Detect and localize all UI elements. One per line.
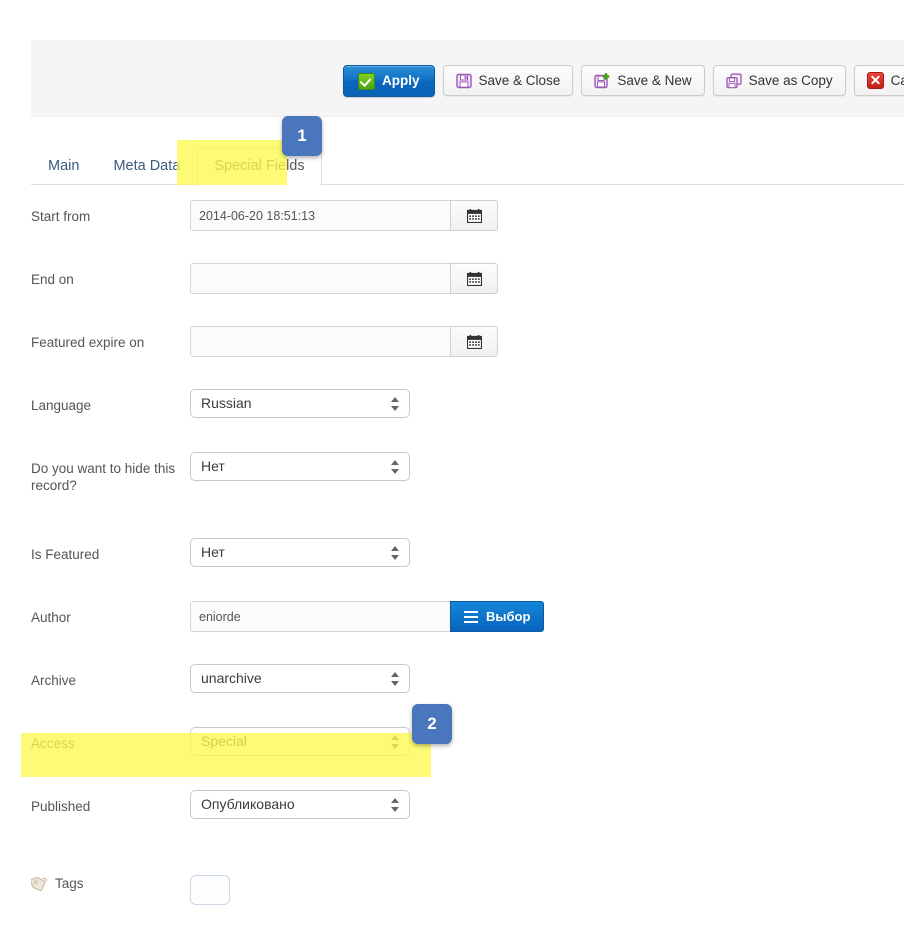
apply-button[interactable]: Apply (343, 65, 435, 97)
cancel-button-label: Cancel (890, 72, 904, 88)
floppy-disk-plus-icon (594, 72, 610, 89)
end-on-calendar-button[interactable] (450, 263, 498, 294)
featured-expire-label: Featured expire on (31, 335, 145, 350)
author-input[interactable] (190, 601, 450, 632)
author-select-button[interactable]: Выбор (450, 601, 545, 632)
start-from-calendar-button[interactable] (450, 200, 498, 231)
is-featured-select-value: Нет (201, 544, 225, 560)
editor-toolbar: Apply Save & Close Save & New Save as Co… (31, 40, 904, 117)
form-row-access: Access Special (31, 727, 904, 790)
save-as-copy-button[interactable]: Save as Copy (712, 65, 846, 96)
end-on-input-group (190, 263, 904, 294)
chevron-updown-icon (391, 545, 400, 561)
tag-icon (30, 876, 48, 892)
red-x-icon (866, 72, 884, 89)
author-input-group: Выбор (190, 601, 904, 632)
green-check-icon (358, 72, 375, 90)
tags-input[interactable] (190, 875, 230, 905)
save-and-new-button[interactable]: Save & New (581, 65, 705, 96)
tab-special-fields-label: Special Fields (214, 157, 305, 174)
form-row-is-featured: Is Featured Нет (31, 538, 904, 601)
hide-record-field: Нет (190, 452, 904, 486)
author-select-button-label: Выбор (486, 609, 531, 624)
chevron-updown-icon (391, 459, 400, 475)
featured-expire-input[interactable] (190, 326, 450, 357)
hide-record-label: Do you want to hide this record? (31, 461, 176, 493)
form-row-tags: Tags (30, 875, 904, 938)
tab-main-label: Main (48, 157, 80, 174)
published-label: Published (31, 799, 91, 814)
access-select-value: Special (201, 733, 247, 749)
form-row-start-from: Start from (31, 200, 904, 263)
special-fields-form: Start from 2014-06-20 18:51:13 End on Fe… (30, 200, 904, 938)
save-and-close-label: Save & Close (478, 72, 561, 88)
form-row-hide-record: Do you want to hide this record? Нет (31, 452, 904, 538)
tab-meta-data-label: Meta Data (113, 157, 181, 174)
hide-record-select-value: Нет (201, 458, 225, 474)
is-featured-label: Is Featured (31, 547, 100, 562)
featured-expire-input-group (190, 326, 904, 357)
archive-field: unarchive (190, 664, 904, 698)
apply-button-label: Apply (382, 73, 420, 89)
published-select-value: Опубликовано (201, 796, 295, 812)
form-row-featured-expire: Featured expire on (31, 326, 904, 389)
archive-label: Archive (31, 673, 77, 688)
tab-main[interactable]: Main (31, 147, 96, 186)
archive-select-value: unarchive (201, 670, 262, 686)
language-select-value: Russian (201, 395, 252, 411)
published-field: Опубликовано (190, 790, 904, 824)
tab-list: Main Meta Data Special Fields (31, 146, 322, 186)
language-select[interactable]: Russian (190, 389, 410, 418)
floppy-disk-icon (455, 73, 472, 89)
access-label: Access (31, 736, 75, 751)
is-featured-field: Нет (190, 538, 904, 572)
end-on-input[interactable] (190, 263, 450, 294)
calendar-icon (466, 208, 482, 223)
calendar-icon (466, 271, 482, 286)
hide-record-select[interactable]: Нет (190, 452, 410, 481)
chevron-updown-icon (391, 734, 400, 750)
chevron-updown-icon (391, 396, 400, 412)
calendar-icon (466, 334, 482, 349)
annotation-badge-1: 1 (282, 116, 322, 156)
tab-bar: Main Meta Data Special Fields (31, 140, 904, 186)
start-from-input-group (190, 200, 904, 231)
list-icon (464, 610, 478, 623)
form-row-language: Language Russian (31, 389, 904, 452)
featured-expire-field (190, 326, 904, 357)
tags-label-group: Tags (30, 875, 190, 892)
chevron-updown-icon (391, 797, 400, 813)
language-field: Russian (190, 389, 904, 423)
author-label: Author (31, 610, 71, 625)
start-from-input[interactable] (190, 200, 450, 231)
toolbar-button-group: Apply Save & Close Save & New Save as Co… (343, 65, 904, 97)
start-from-label: Start from (31, 209, 91, 224)
form-row-end-on: End on (31, 263, 904, 326)
chevron-updown-icon (391, 671, 400, 687)
access-field: Special (190, 727, 904, 761)
cancel-button[interactable]: Cancel (853, 65, 904, 96)
tab-meta-data[interactable]: Meta Data (96, 147, 197, 186)
save-as-copy-label: Save as Copy (748, 72, 833, 88)
author-field: Выбор (190, 601, 904, 632)
end-on-label: End on (31, 272, 74, 287)
form-row-archive: Archive unarchive (31, 664, 904, 727)
save-and-close-button[interactable]: Save & Close (442, 65, 574, 96)
published-select[interactable]: Опубликовано (190, 790, 410, 819)
archive-select[interactable]: unarchive (190, 664, 410, 693)
form-row-author: Author Выбор (31, 601, 904, 664)
floppy-disk-copy-icon (725, 73, 742, 89)
featured-expire-calendar-button[interactable] (450, 326, 498, 357)
tags-field (190, 875, 904, 905)
start-from-field (190, 200, 904, 231)
tags-label: Tags (55, 876, 84, 891)
annotation-badge-2: 2 (412, 704, 452, 744)
save-and-new-label: Save & New (617, 72, 692, 88)
is-featured-select[interactable]: Нет (190, 538, 410, 567)
end-on-field (190, 263, 904, 294)
access-select[interactable]: Special (190, 727, 410, 756)
form-row-published: Published Опубликовано (31, 790, 904, 853)
language-label: Language (31, 398, 92, 413)
